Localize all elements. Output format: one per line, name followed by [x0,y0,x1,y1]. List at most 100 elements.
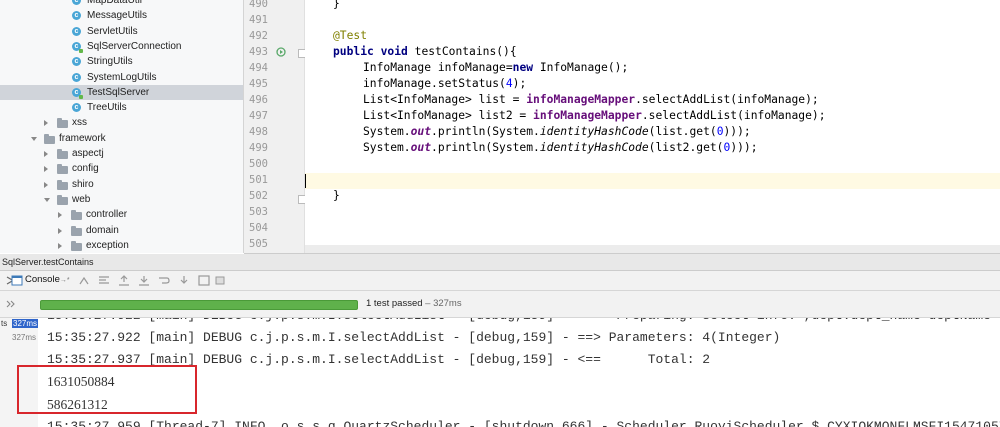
expand-right-icon[interactable] [58,212,62,219]
run-config-tab[interactable]: SqlServer.testContains [2,254,94,270]
tree-item[interactable]: domain [0,223,243,238]
folder-icon [71,240,82,251]
tree-item[interactable]: web [0,192,243,207]
tree-item[interactable]: c SystemLogUtils [0,70,243,85]
tree-item[interactable]: controller [0,207,243,222]
tree-item[interactable]: exception [0,238,243,253]
expand-right-icon[interactable] [58,242,62,249]
folder-icon [44,133,55,144]
expand-right-icon[interactable] [44,120,48,127]
folder-icon [57,149,68,159]
code-line-499: System.out.println(System.identityHashCo… [363,140,758,156]
console-line: 15:35:27.959 [Thread-7] INFO o.s.s.q.Qua… [47,419,1000,427]
expand-down-icon[interactable] [31,136,37,141]
editor-horizontal-scrollbar[interactable] [305,245,1000,253]
expand-right-icon[interactable] [44,166,48,173]
align-icon[interactable] [98,275,110,286]
code-text: .println(System. [431,125,540,138]
run-toolbar: Console→* [0,271,1000,291]
folder-icon [57,164,68,175]
soft-wrap-icon[interactable] [158,275,170,286]
current-line-highlight [305,173,1000,189]
console-tab-label: Console [25,274,60,285]
line-number: 503 [249,206,268,218]
class-icon: c [72,72,81,82]
print-icon[interactable] [214,275,226,286]
class-icon: c [72,26,81,36]
code-text: System. [363,125,411,138]
tree-item[interactable]: c TestSqlServer [0,84,243,100]
closing-brace: } [333,0,340,10]
line-number: 495 [249,78,268,90]
code-text: List<InfoManage> list2 = [363,109,534,122]
tree-item[interactable]: c TreeUtils [0,100,243,115]
tree-item-label: domain [86,224,119,236]
code-line-494: InfoManage infoManage=new InfoManage(); [363,60,628,76]
line-number: 494 [249,62,268,74]
tree-item[interactable]: c StringUtils [0,54,243,69]
line-number: 502 [249,190,268,202]
keyword-new: new [512,61,534,74]
tree-item-label: TestSqlServer [87,86,150,98]
line-number: 505 [249,238,268,250]
test-status-text: 1 test passed [366,298,423,309]
tree-item[interactable]: shiro [0,177,243,192]
code-line-490: } [333,0,340,12]
tree-item-label: MapDataUtil [87,0,143,6]
tree-item[interactable]: c MessageUtils [0,8,243,23]
code-line-492: @Test [333,28,367,44]
line-number: 504 [249,222,268,234]
code-text: .println(System. [431,141,540,154]
test-class-icon: c [72,41,83,53]
class-icon: c [72,0,81,5]
code-line-496: List<InfoManage> list = infoManageMapper… [363,92,819,108]
closing-brace: } [333,189,340,202]
run-test-gutter-icon[interactable] [276,47,286,57]
tree-item-label: aspectj [72,148,104,159]
code-line-497: List<InfoManage> list2 = infoManageMappe… [363,108,826,124]
tree-item[interactable]: c MapDataUtil [0,0,243,8]
tree-item[interactable]: config [0,161,243,176]
line-number: 501 [249,174,268,186]
tree-item-label: StringUtils [87,56,133,68]
chevron-icon[interactable] [6,300,16,308]
tree-item[interactable]: framework [0,131,243,146]
tree-item-label: ServletUtils [87,25,138,37]
line-number: 491 [249,14,268,26]
static-field-out: out [410,141,432,154]
down-stack-icon[interactable] [138,275,150,286]
code-line-502: } [333,188,340,204]
scroll-up-icon[interactable] [78,275,90,286]
tree-item[interactable]: xss [0,115,243,130]
line-number: 498 [249,126,268,138]
expand-right-icon[interactable] [44,181,48,188]
clear-icon[interactable] [198,275,210,286]
tree-item[interactable]: aspectj [0,146,243,161]
method-signature: testContains(){ [407,45,517,58]
run-tab-bar: SqlServer.testContains [0,254,1000,271]
test-progress-bar [40,300,358,310]
tree-item[interactable]: c ServletUtils [0,24,243,39]
number-literal: 0 [716,125,724,138]
test-duration: – 327ms [422,298,462,309]
up-stack-icon[interactable] [118,275,130,286]
static-method: identityHashCode [539,125,649,138]
expand-right-icon[interactable] [58,227,62,234]
scroll-end-icon[interactable] [178,275,190,286]
console-line: 15:35:27.922 [main] DEBUG c.j.p.s.m.I.se… [47,330,781,345]
expand-down-icon[interactable] [44,197,50,202]
code-text: .selectAddList(infoManage); [635,93,819,106]
tree-item-label: TreeUtils [87,102,127,114]
expand-right-icon[interactable] [44,151,48,157]
test-annotation: @Test [333,29,368,42]
test-class-icon: c [72,87,83,99]
tree-item[interactable]: c SqlServerConnection [0,39,243,54]
code-text: System. [363,141,411,154]
folder-icon [71,225,82,236]
code-editor[interactable]: } @Test public void testContains(){ Info… [305,0,1000,253]
console-tab[interactable]: Console→* [25,274,70,285]
folder-icon [57,194,68,205]
annotation-highlight-box [17,365,197,414]
class-icon: c [72,57,81,67]
code-text: ))); [730,141,758,154]
